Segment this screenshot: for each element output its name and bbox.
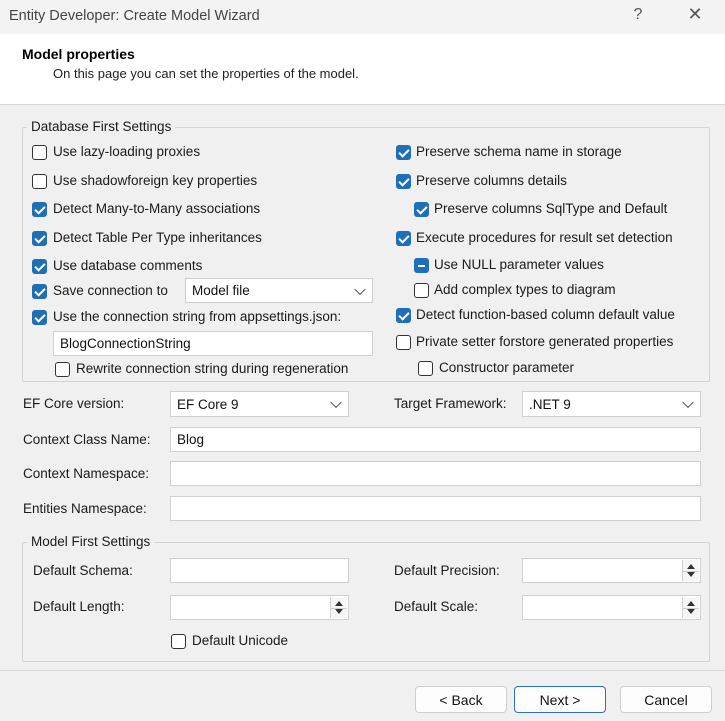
page-subtitle: On this page you can set the properties … xyxy=(53,66,359,81)
cancel-button[interactable]: Cancel xyxy=(620,686,712,713)
default-unicode-label: Default Unicode xyxy=(192,633,289,648)
model-first-group-label: Model First Settings xyxy=(27,534,155,549)
lazy-loading-label: Use lazy-loading proxies xyxy=(53,144,201,159)
rewrite-connection-label: Rewrite connection string during regener… xyxy=(76,361,349,376)
save-connection-checkbox[interactable] xyxy=(32,284,47,299)
target-framework-value: .NET 9 xyxy=(529,396,571,412)
arrow-down-icon[interactable] xyxy=(687,572,695,577)
add-complex-checkbox[interactable] xyxy=(414,283,429,298)
add-complex-label: Add complex types to diagram xyxy=(434,282,616,297)
shadow-fk-label: Use shadowforeign key properties xyxy=(53,173,258,188)
chevron-down-icon xyxy=(354,283,366,295)
context-class-value: Blog xyxy=(177,432,205,447)
preserve-columns-label: Preserve columns details xyxy=(416,173,567,188)
execute-procedures-label: Execute procedures for result set detect… xyxy=(416,230,673,245)
arrow-up-icon[interactable] xyxy=(687,601,695,606)
use-appsettings-checkbox[interactable] xyxy=(32,310,47,325)
default-precision-label: Default Precision: xyxy=(394,563,500,578)
db-comments-label: Use database comments xyxy=(53,258,203,273)
next-button[interactable]: Next > xyxy=(514,686,606,713)
many-to-many-checkbox[interactable] xyxy=(32,202,47,217)
help-button[interactable]: ? xyxy=(628,6,648,24)
page-title: Model properties xyxy=(22,46,135,62)
lazy-loading-checkbox[interactable] xyxy=(32,145,47,160)
tpt-label: Detect Table Per Type inheritances xyxy=(53,230,262,245)
private-setter-label: Private setter forstore generated proper… xyxy=(416,334,674,349)
connection-string-input[interactable]: BlogConnectionString xyxy=(53,331,373,356)
database-first-group-label: Database First Settings xyxy=(27,119,176,134)
footer-divider xyxy=(0,670,725,671)
ef-core-label: EF Core version: xyxy=(23,396,125,411)
preserve-sqltype-checkbox[interactable] xyxy=(414,202,429,217)
default-precision-stepper[interactable] xyxy=(522,558,701,583)
arrow-up-icon[interactable] xyxy=(335,601,343,606)
ef-core-combo[interactable]: EF Core 9 xyxy=(170,391,349,417)
connection-string-value: BlogConnectionString xyxy=(60,336,191,351)
context-namespace-label: Context Namespace: xyxy=(23,466,150,481)
window-title: Entity Developer: Create Model Wizard xyxy=(9,8,260,24)
target-framework-label: Target Framework: xyxy=(394,396,507,411)
save-connection-combo[interactable]: Model file xyxy=(185,278,373,303)
many-to-many-label: Detect Many-to-Many associations xyxy=(53,201,261,216)
use-null-label: Use NULL parameter values xyxy=(434,257,604,272)
default-scale-label: Default Scale: xyxy=(394,599,479,614)
chevron-down-icon xyxy=(330,396,342,409)
arrow-up-icon[interactable] xyxy=(687,564,695,569)
arrow-down-icon[interactable] xyxy=(687,609,695,614)
default-length-stepper[interactable] xyxy=(170,595,349,620)
default-scale-stepper[interactable] xyxy=(522,595,701,620)
tpt-checkbox[interactable] xyxy=(32,231,47,246)
use-null-checkbox[interactable] xyxy=(414,258,429,273)
stepper-buttons[interactable] xyxy=(330,597,347,618)
shadow-fk-checkbox[interactable] xyxy=(32,174,47,189)
default-schema-input[interactable] xyxy=(170,558,349,583)
constructor-param-checkbox[interactable] xyxy=(418,361,433,376)
save-connection-value: Model file xyxy=(192,283,250,298)
preserve-sqltype-label: Preserve columns SqlType and Default xyxy=(434,201,668,216)
ef-core-value: EF Core 9 xyxy=(177,396,239,412)
target-framework-combo[interactable]: .NET 9 xyxy=(522,391,701,417)
back-button[interactable]: < Back xyxy=(415,686,507,713)
execute-procedures-checkbox[interactable] xyxy=(396,231,411,246)
chevron-down-icon xyxy=(682,396,694,409)
save-connection-label: Save connection to xyxy=(53,283,168,298)
context-namespace-input[interactable] xyxy=(170,461,701,486)
preserve-schema-label: Preserve schema name in storage xyxy=(416,144,622,159)
entities-namespace-label: Entities Namespace: xyxy=(23,501,147,516)
use-appsettings-label: Use the connection string from appsettin… xyxy=(53,309,342,324)
default-length-label: Default Length: xyxy=(33,599,125,614)
arrow-down-icon[interactable] xyxy=(335,609,343,614)
preserve-columns-checkbox[interactable] xyxy=(396,174,411,189)
rewrite-connection-checkbox[interactable] xyxy=(55,362,70,377)
detect-function-default-label: Detect function-based column default val… xyxy=(416,307,675,322)
default-schema-label: Default Schema: xyxy=(33,563,133,578)
private-setter-checkbox[interactable] xyxy=(396,335,411,350)
default-unicode-checkbox[interactable] xyxy=(171,634,186,649)
context-class-label: Context Class Name: xyxy=(23,432,151,447)
close-button[interactable]: ✕ xyxy=(684,4,706,25)
context-class-input[interactable]: Blog xyxy=(170,427,701,452)
stepper-buttons[interactable] xyxy=(682,560,699,581)
preserve-schema-checkbox[interactable] xyxy=(396,145,411,160)
db-comments-checkbox[interactable] xyxy=(32,259,47,274)
entities-namespace-input[interactable] xyxy=(170,496,701,521)
stepper-buttons[interactable] xyxy=(682,597,699,618)
constructor-param-label: Constructor parameter xyxy=(439,360,575,375)
detect-function-default-checkbox[interactable] xyxy=(396,308,411,323)
